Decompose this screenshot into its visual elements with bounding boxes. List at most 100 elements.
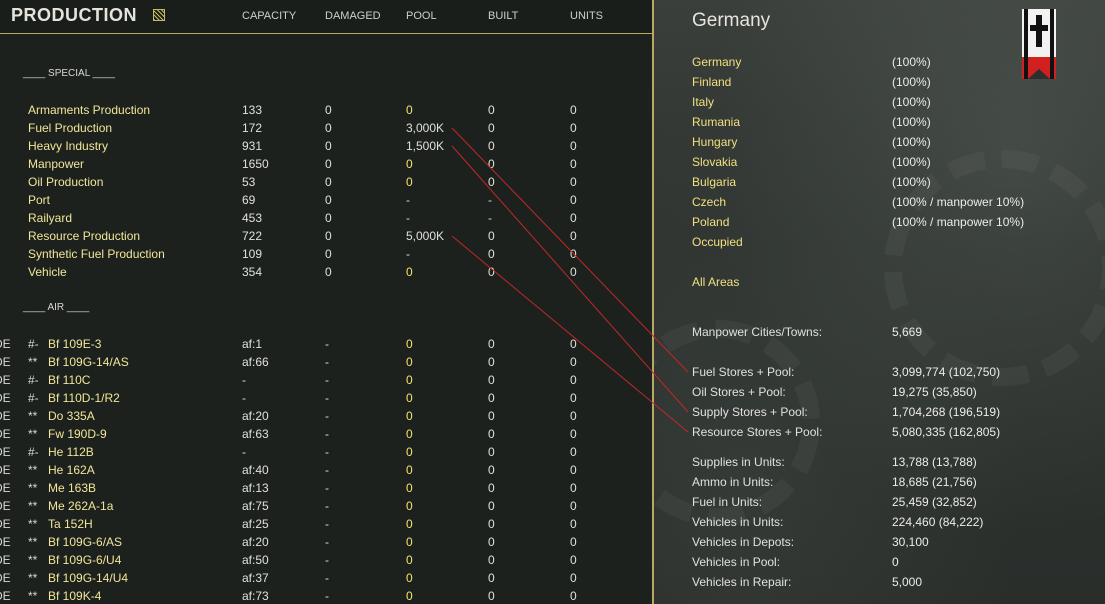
table-row[interactable]: DE #- Bf 110D-1/R2 - - 0 0 0	[0, 391, 652, 409]
units-stat-label: Vehicles in Pool:	[692, 555, 781, 569]
table-row[interactable]: Port 69 0 - - 0	[0, 193, 652, 211]
table-row[interactable]: Oil Production 53 0 0 0 0	[0, 175, 652, 193]
row-name[interactable]: Bf 110D-1/R2	[48, 391, 120, 405]
country-item[interactable]: Bulgaria (100%)	[692, 175, 1092, 193]
column-header-built[interactable]: BUILT	[488, 10, 518, 22]
table-row[interactable]: DE ** Do 335A af:20 - 0 0 0	[0, 409, 652, 427]
row-built: 0	[488, 535, 495, 549]
row-name[interactable]: Armaments Production	[28, 103, 150, 117]
row-pool: 0	[406, 391, 413, 405]
country-item[interactable]: Italy (100%)	[692, 95, 1092, 113]
country-item-label[interactable]: Rumania	[692, 115, 740, 129]
country-item-label[interactable]: Czech	[692, 195, 726, 209]
row-name[interactable]: Synthetic Fuel Production	[28, 247, 165, 261]
row-name[interactable]: Railyard	[28, 211, 72, 225]
table-row[interactable]: Armaments Production 133 0 0 0 0	[0, 103, 652, 121]
row-name[interactable]: Ta 152H	[48, 517, 93, 531]
country-item[interactable]: Hungary (100%)	[692, 135, 1092, 153]
row-name[interactable]: He 162A	[48, 463, 95, 477]
table-row[interactable]: Heavy Industry 931 0 1,500K 0 0	[0, 139, 652, 157]
row-name[interactable]: Bf 109G-14/U4	[48, 571, 128, 585]
row-name[interactable]: Fuel Production	[28, 121, 112, 135]
row-name[interactable]: Bf 110C	[48, 373, 90, 387]
country-item[interactable]: Czech (100% / manpower 10%)	[692, 195, 1092, 213]
all-areas-link[interactable]: All Areas	[692, 275, 1092, 293]
table-row[interactable]: Vehicle 354 0 0 0 0	[0, 265, 652, 283]
row-name[interactable]: Resource Production	[28, 229, 140, 243]
country-item[interactable]: Occupied	[692, 235, 1092, 253]
row-name[interactable]: Do 335A	[48, 409, 95, 423]
table-row[interactable]: Manpower 1650 0 0 0 0	[0, 157, 652, 175]
row-name[interactable]: Fw 190D-9	[48, 427, 107, 441]
row-name[interactable]: Manpower	[28, 157, 84, 171]
country-item-label[interactable]: Poland	[692, 215, 729, 229]
country-item-label[interactable]: Italy	[692, 95, 714, 109]
all-areas-link-label[interactable]: All Areas	[692, 275, 739, 289]
row-name[interactable]: Bf 109E-3	[48, 337, 101, 351]
table-row[interactable]: DE ** Ta 152H af:25 - 0 0 0	[0, 517, 652, 535]
country-item-label[interactable]: Finland	[692, 75, 731, 89]
row-built: 0	[488, 337, 495, 351]
row-name[interactable]: He 112B	[48, 445, 94, 459]
row-damaged: -	[325, 427, 329, 441]
row-pool: 0	[406, 355, 413, 369]
country-item[interactable]: Slovakia (100%)	[692, 155, 1092, 173]
row-name[interactable]: Me 163B	[48, 481, 96, 495]
table-row[interactable]: DE ** Bf 109G-6/U4 af:50 - 0 0 0	[0, 553, 652, 571]
row-built: 0	[488, 265, 495, 279]
country-item-label[interactable]: Hungary	[692, 135, 737, 149]
stores-stat-value: 1,704,268 (196,519)	[892, 405, 1001, 419]
row-name[interactable]: Heavy Industry	[28, 139, 108, 153]
manpower-stat: Manpower Cities/Towns: 5,669	[692, 325, 1092, 343]
table-row[interactable]: Fuel Production 172 0 3,000K 0 0	[0, 121, 652, 139]
row-name[interactable]: Bf 109K-4	[48, 589, 101, 603]
row-damaged: 0	[325, 157, 332, 171]
row-pool: 0	[406, 445, 413, 459]
row-name[interactable]: Bf 109G-14/AS	[48, 355, 129, 369]
country-item-label[interactable]: Slovakia	[692, 155, 737, 169]
row-pool: -	[406, 193, 410, 207]
row-built: 0	[488, 553, 495, 567]
stores-stat-label: Supply Stores + Pool:	[692, 405, 808, 419]
row-capacity: -	[242, 373, 246, 387]
column-header-capacity[interactable]: CAPACITY	[242, 10, 296, 22]
table-row[interactable]: DE ** Me 262A-1a af:75 - 0 0 0	[0, 499, 652, 517]
table-row[interactable]: DE #- Bf 109E-3 af:1 - 0 0 0	[0, 337, 652, 355]
row-name[interactable]: Me 262A-1a	[48, 499, 113, 513]
country-item-label[interactable]: Occupied	[692, 235, 743, 249]
row-nation-code: DE	[0, 409, 11, 423]
row-name[interactable]: Bf 109G-6/AS	[48, 535, 122, 549]
row-units: 0	[570, 373, 577, 387]
row-name[interactable]: Vehicle	[28, 265, 67, 279]
table-row[interactable]: DE ** Bf 109G-14/AS af:66 - 0 0 0	[0, 355, 652, 373]
column-header-damaged[interactable]: DAMAGED	[325, 10, 381, 22]
table-row[interactable]: DE ** He 162A af:40 - 0 0 0	[0, 463, 652, 481]
table-row[interactable]: Resource Production 722 0 5,000K 0 0	[0, 229, 652, 247]
row-status-mark: #-	[28, 391, 39, 405]
table-row[interactable]: DE ** Bf 109K-4 af:73 - 0 0 0	[0, 589, 652, 604]
row-capacity: af:75	[242, 499, 269, 513]
map-icon[interactable]	[153, 9, 165, 21]
table-row[interactable]: Synthetic Fuel Production 109 0 - 0 0	[0, 247, 652, 265]
row-name[interactable]: Oil Production	[28, 175, 103, 189]
table-row[interactable]: Railyard 453 0 - - 0	[0, 211, 652, 229]
country-item[interactable]: Rumania (100%)	[692, 115, 1092, 133]
table-row[interactable]: DE ** Me 163B af:13 - 0 0 0	[0, 481, 652, 499]
table-row[interactable]: DE ** Bf 109G-6/AS af:20 - 0 0 0	[0, 535, 652, 553]
country-item[interactable]: Finland (100%)	[692, 75, 1092, 93]
table-row[interactable]: DE ** Bf 109G-14/U4 af:37 - 0 0 0	[0, 571, 652, 589]
units-stat-label: Fuel in Units:	[692, 495, 763, 509]
table-row[interactable]: DE ** Fw 190D-9 af:63 - 0 0 0	[0, 427, 652, 445]
table-row[interactable]: DE #- He 112B - - 0 0 0	[0, 445, 652, 463]
country-item-label[interactable]: Germany	[692, 55, 741, 69]
table-row[interactable]: DE #- Bf 110C - - 0 0 0	[0, 373, 652, 391]
row-units: 0	[570, 427, 577, 441]
row-units: 0	[570, 355, 577, 369]
country-item[interactable]: Poland (100% / manpower 10%)	[692, 215, 1092, 233]
column-header-pool[interactable]: POOL	[406, 10, 437, 22]
row-name[interactable]: Port	[28, 193, 50, 207]
country-item[interactable]: Germany (100%)	[692, 55, 1092, 73]
row-name[interactable]: Bf 109G-6/U4	[48, 553, 121, 567]
column-header-units[interactable]: UNITS	[570, 10, 603, 22]
country-item-label[interactable]: Bulgaria	[692, 175, 736, 189]
